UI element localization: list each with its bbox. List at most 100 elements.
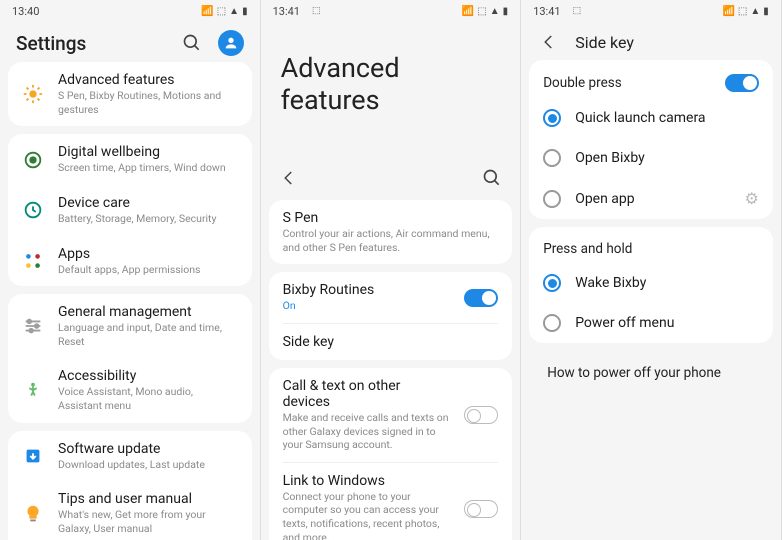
option-label: Power off menu (575, 315, 759, 331)
settings-item-apps[interactable]: Apps Default apps, App permissions (8, 236, 252, 287)
item-title: Call & text on other devices (283, 378, 451, 410)
item-title: Advanced features (58, 72, 238, 88)
option-wake-bixby[interactable]: Wake Bixby (529, 263, 773, 303)
item-subtitle: Battery, Storage, Memory, Security (58, 212, 238, 226)
settings-item-advanced-features[interactable]: Advanced features S Pen, Bixby Routines,… (8, 62, 252, 126)
option-power-off-menu[interactable]: Power off menu (529, 303, 773, 343)
item-subtitle: Make and receive calls and texts on othe… (283, 411, 451, 452)
item-title: Apps (58, 246, 238, 262)
item-title: Side key (283, 334, 499, 350)
item-title: Software update (58, 441, 238, 457)
link-windows-toggle[interactable] (464, 500, 498, 518)
item-title: Device care (58, 195, 238, 211)
option-label: Open app (575, 191, 730, 207)
search-icon[interactable] (180, 31, 204, 55)
gear-icon[interactable]: ⚙ (744, 189, 758, 208)
vibrate-icon: 📶 (201, 6, 213, 17)
item-title: Tips and user manual (58, 491, 238, 507)
option-open-app[interactable]: Open app ⚙ (529, 178, 773, 219)
radio-icon (543, 274, 561, 292)
page-title: Settings (16, 32, 86, 55)
settings-list: Advanced features S Pen, Bixby Routines,… (0, 62, 260, 540)
account-avatar[interactable] (218, 30, 244, 56)
advanced-icon (22, 83, 44, 105)
item-subtitle: S Pen, Bixby Routines, Motions and gestu… (58, 89, 238, 116)
item-side-key[interactable]: Side key (269, 324, 513, 360)
item-s-pen[interactable]: S Pen Control your air actions, Air comm… (269, 200, 513, 264)
phone-screen-settings: 13:40 📶 ⬚ ▲ ▮ Settings Advanced features… (0, 0, 261, 540)
settings-header: Settings (0, 22, 260, 62)
tips-icon (22, 503, 44, 525)
double-press-toggle[interactable] (725, 74, 759, 92)
wifi-icon: ⬚ (738, 6, 747, 17)
search-icon[interactable] (480, 166, 504, 190)
settings-item-digital-wellbeing[interactable]: Digital wellbeing Screen time, App timer… (8, 134, 252, 185)
settings-item-tips-manual[interactable]: Tips and user manual What's new, Get mor… (8, 481, 252, 540)
signal-icon: ▲ (490, 6, 500, 17)
side-key-header: Side key (521, 22, 781, 60)
sub-header-bar (261, 156, 521, 200)
accessibility-icon (22, 380, 44, 402)
back-button[interactable] (537, 30, 561, 54)
wellbeing-icon (22, 149, 44, 171)
apps-icon (22, 250, 44, 272)
status-time: 13:41 (533, 5, 560, 18)
item-subtitle: Screen time, App timers, Wind down (58, 161, 238, 175)
item-link-to-windows[interactable]: Link to Windows Connect your phone to yo… (269, 463, 513, 540)
vibrate-icon: 📶 (722, 6, 734, 17)
item-subtitle: Control your air actions, Air command me… (283, 227, 499, 254)
item-subtitle: On (283, 299, 451, 313)
settings-item-device-care[interactable]: Device care Battery, Storage, Memory, Se… (8, 185, 252, 236)
item-call-text-other-devices[interactable]: Call & text on other devices Make and re… (269, 368, 513, 462)
general-icon (22, 315, 44, 337)
item-title: Link to Windows (283, 473, 451, 489)
update-icon (22, 445, 44, 467)
status-time: 13:40 (12, 5, 39, 18)
item-subtitle: Connect your phone to your computer so y… (283, 490, 451, 540)
page-title: Advanced features (261, 22, 521, 156)
settings-item-accessibility[interactable]: Accessibility Voice Assistant, Mono audi… (8, 358, 252, 422)
item-title: Bixby Routines (283, 282, 451, 298)
option-quick-launch-camera[interactable]: Quick launch camera (529, 98, 773, 138)
screenshot-icon: ⬚ (573, 6, 582, 16)
section-title: Double press (543, 75, 622, 91)
option-open-bixby[interactable]: Open Bixby (529, 138, 773, 178)
call-text-toggle[interactable] (464, 406, 498, 424)
status-bar: 13:41 ⬚ 📶 ⬚ ▲ ▮ (261, 0, 521, 22)
vibrate-icon: 📶 (462, 6, 474, 17)
phone-screen-advanced-features: 13:41 ⬚ 📶 ⬚ ▲ ▮ Advanced features S Pen … (261, 0, 522, 540)
item-title: S Pen (283, 210, 499, 226)
status-icons: 📶 ⬚ ▲ ▮ (201, 6, 247, 17)
advanced-features-list: S Pen Control your air actions, Air comm… (261, 200, 521, 540)
item-subtitle: Language and input, Date and time, Reset (58, 321, 238, 348)
section-double-press-header: Double press (529, 60, 773, 98)
item-subtitle: Voice Assistant, Mono audio, Assistant m… (58, 385, 238, 412)
radio-icon (543, 314, 561, 332)
screenshot-icon: ⬚ (312, 6, 321, 16)
devicecare-icon (22, 199, 44, 221)
battery-icon: ▮ (763, 6, 769, 17)
settings-item-software-update[interactable]: Software update Download updates, Last u… (8, 431, 252, 482)
page-title: Side key (575, 33, 634, 52)
status-icons: 📶 ⬚ ▲ ▮ (722, 6, 768, 17)
battery-icon: ▮ (242, 6, 248, 17)
bixby-routines-toggle[interactable] (464, 289, 498, 307)
back-button[interactable] (277, 166, 301, 190)
phone-screen-side-key: 13:41 ⬚ 📶 ⬚ ▲ ▮ Side key Double press (521, 0, 782, 540)
item-subtitle: What's new, Get more from your Galaxy, U… (58, 508, 238, 535)
item-title: Accessibility (58, 368, 238, 384)
radio-icon (543, 190, 561, 208)
side-key-content: Double press Quick launch camera Open Bi… (521, 60, 781, 540)
status-bar: 13:41 ⬚ 📶 ⬚ ▲ ▮ (521, 0, 781, 22)
item-title: Digital wellbeing (58, 144, 238, 160)
signal-icon: ▲ (229, 6, 239, 17)
option-label: Quick launch camera (575, 110, 759, 126)
settings-item-general-management[interactable]: General management Language and input, D… (8, 294, 252, 358)
item-subtitle: Default apps, App permissions (58, 263, 238, 277)
item-bixby-routines[interactable]: Bixby Routines On (269, 272, 513, 323)
option-label: Open Bixby (575, 150, 759, 166)
wifi-icon: ⬚ (217, 6, 226, 17)
how-to-power-off-link[interactable]: How to power off your phone (529, 351, 773, 395)
radio-icon (543, 109, 561, 127)
section-press-hold-header: Press and hold (529, 227, 773, 263)
